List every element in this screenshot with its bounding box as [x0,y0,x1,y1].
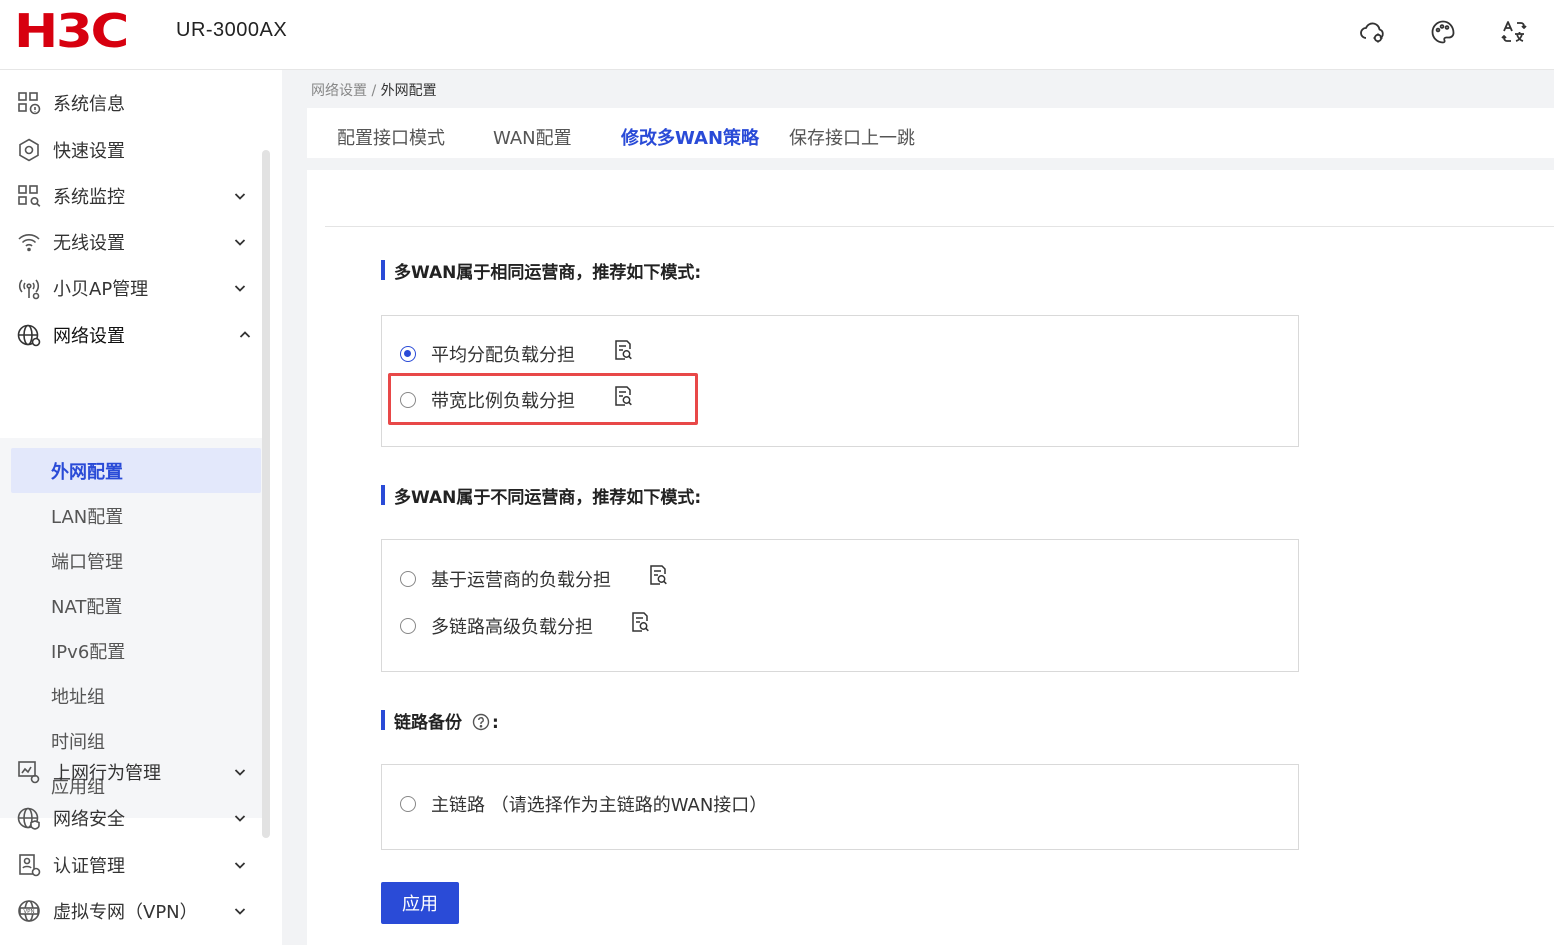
chevron-down-icon [232,903,248,919]
sidebar-item-wireless[interactable]: 无线设置 [0,219,262,265]
help-question-icon[interactable] [472,713,490,731]
sidebar-item-ap-manage[interactable]: 小贝AP管理 [0,265,262,311]
sidebar-item-auth-manage[interactable]: 认证管理 [0,842,262,888]
radio-option-isp-based-load[interactable]: 基于运营商的负载分担 [400,566,611,592]
chevron-down-icon [232,280,248,296]
sidebar-item-vpn[interactable]: VPN 虚拟专网（VPN） [0,888,262,934]
submenu-item-label: 端口管理 [51,551,123,573]
section-title-link-backup: 链路备份: [381,708,499,733]
vpn-icon: VPN [16,898,42,924]
sidebar-item-label: 系统监控 [53,187,125,208]
diff-isp-options-box: 基于运营商的负载分担 多链路高级负载分担 [381,539,1299,672]
sidebar-scrollbar[interactable] [262,150,270,838]
chevron-down-icon [232,188,248,204]
link-backup-options-box: 主链路 （请选择作为主链路的WAN接口） [381,764,1299,850]
radio-option-primary-link[interactable]: 主链路 （请选择作为主链路的WAN接口） [400,791,767,817]
section-title-text: 链路备份 [394,713,462,733]
device-model: UR-3000AX [176,19,288,41]
doc-search-icon[interactable] [613,339,633,361]
section-title-suffix: : [492,713,499,733]
apply-button[interactable]: 应用 [381,882,459,924]
h3c-logo: H3C [14,4,129,58]
radio-button[interactable] [400,618,416,634]
network-globe-icon [16,322,42,348]
breadcrumb: 网络设置 / 外网配置 [311,80,437,100]
submenu-item-port-manage[interactable]: 端口管理 [11,538,261,583]
sidebar-item-label: 系统信息 [53,94,125,115]
doc-search-icon[interactable] [630,611,650,633]
content-divider [325,226,1554,227]
radio-button[interactable] [400,346,416,362]
sidebar-item-network-security[interactable]: 网络安全 [0,795,262,841]
sidebar-item-label: 上网行为管理 [53,763,161,784]
doc-search-icon[interactable] [648,564,668,586]
radio-option-bandwidth-ratio[interactable]: 带宽比例负载分担 [400,387,575,413]
radio-button[interactable] [400,571,416,587]
radio-option-average-load[interactable]: 平均分配负载分担 [400,341,575,367]
sidebar-item-label: 网络安全 [53,809,125,830]
top-header: H3C UR-3000AX [0,0,1554,70]
doc-search-icon[interactable] [613,385,633,407]
chevron-down-icon [232,234,248,250]
section-title-diff-isp: 多WAN属于不同运营商，推荐如下模式: [381,483,701,508]
sidebar-item-network-settings[interactable]: 网络设置 [0,312,262,358]
option-label: 带宽比例负载分担 [431,391,575,412]
sidebar-item-label: 认证管理 [53,856,125,877]
tab-bar: 配置接口模式 WAN配置 修改多WAN策略 保存接口上一跳 [307,108,1554,158]
sidebar: 系统信息 快速设置 系统监控 无线设置 小贝AP管理 网络设置 外网配置 LAN… [0,70,282,945]
chevron-down-icon [232,857,248,873]
sidebar-item-label: 网络设置 [53,326,125,347]
tab-multi-wan-policy[interactable]: 修改多WAN策略 [621,124,759,150]
submenu-item-ipv6-config[interactable]: IPv6配置 [11,628,261,673]
translate-icon[interactable] [1500,18,1528,46]
tab-save-next-hop[interactable]: 保存接口上一跳 [789,124,915,150]
chevron-up-icon [237,327,253,343]
same-isp-options-box: 平均分配负载分担 带宽比例负载分担 [381,315,1299,447]
cloud-gear-icon[interactable] [1359,18,1387,46]
option-label: 基于运营商的负载分担 [431,570,611,591]
breadcrumb-parent[interactable]: 网络设置 [311,83,367,99]
breadcrumb-separator: / [367,83,381,99]
network-security-icon [16,805,42,831]
sidebar-item-label: 无线设置 [53,233,125,254]
sidebar-item-label: 快速设置 [53,141,125,162]
wifi-icon [16,229,42,255]
option-label: 主链路 （请选择作为主链路的WAN接口） [431,795,768,816]
submenu-item-lan-config[interactable]: LAN配置 [11,493,261,538]
sidebar-item-quick-setup[interactable]: 快速设置 [0,127,262,173]
palette-icon[interactable] [1429,18,1457,46]
submenu-item-nat-config[interactable]: NAT配置 [11,583,261,628]
option-label: 多链路高级负载分担 [431,617,593,638]
tab-wan-config[interactable]: WAN配置 [493,124,572,150]
option-label: 平均分配负载分担 [431,345,575,366]
breadcrumb-current: 外网配置 [380,83,437,99]
chevron-down-icon [232,810,248,826]
main-content: 多WAN属于相同运营商，推荐如下模式: 平均分配负载分担 带宽比例负载分担 多W… [307,170,1554,945]
section-title-same-isp: 多WAN属于相同运营商，推荐如下模式: [381,258,701,283]
sidebar-item-system-monitor[interactable]: 系统监控 [0,173,262,219]
radio-button[interactable] [400,392,416,408]
sidebar-item-behavior-manage[interactable]: 上网行为管理 [0,749,262,795]
ap-manage-icon [16,275,42,301]
submenu-item-label: 外网配置 [51,461,123,483]
behavior-manage-icon [16,759,42,785]
tab-interface-mode[interactable]: 配置接口模式 [337,124,445,150]
submenu-item-address-group[interactable]: 地址组 [11,673,261,718]
system-info-icon [16,90,42,116]
radio-option-multilink-advanced[interactable]: 多链路高级负载分担 [400,613,593,639]
sidebar-item-label: 小贝AP管理 [53,279,149,300]
svg-text:VPN: VPN [23,909,34,915]
submenu-item-label: NAT配置 [51,596,123,618]
sidebar-item-label: 虚拟专网（VPN） [53,902,198,923]
system-monitor-icon [16,183,42,209]
chevron-down-icon [232,764,248,780]
radio-button[interactable] [400,796,416,812]
sidebar-item-system-info[interactable]: 系统信息 [0,80,262,126]
submenu-item-label: LAN配置 [51,506,124,528]
submenu-item-label: IPv6配置 [51,641,126,663]
quick-setup-icon [16,137,42,163]
auth-manage-icon [16,852,42,878]
submenu-item-label: 地址组 [51,686,105,708]
submenu-item-wan-config[interactable]: 外网配置 [11,448,261,493]
